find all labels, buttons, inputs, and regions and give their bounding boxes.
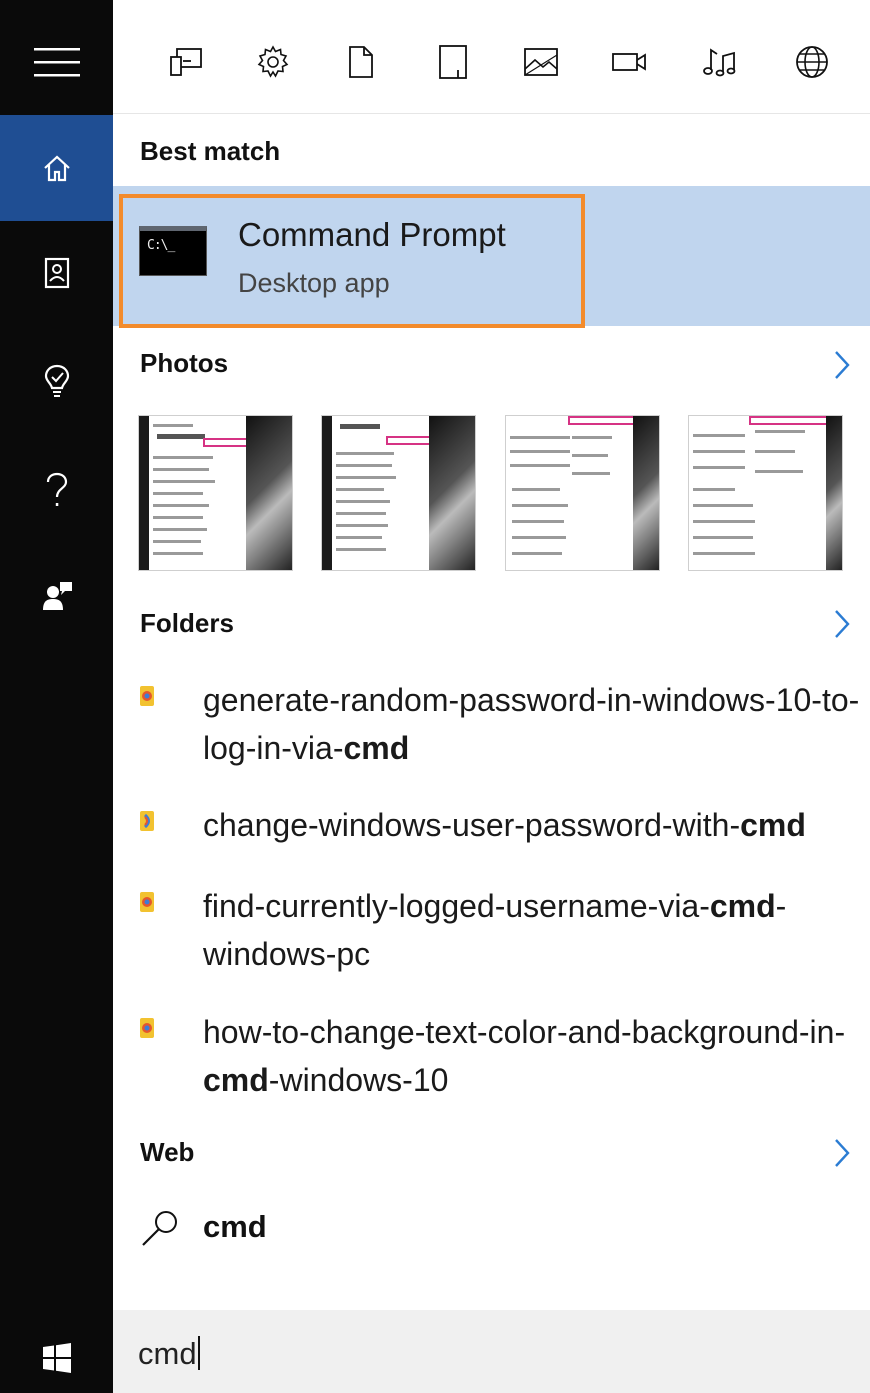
browser-file-icon [140, 1018, 154, 1038]
photos-heading: Photos [140, 348, 229, 378]
command-prompt-icon: C:\_ [139, 226, 207, 276]
notebook-button[interactable] [0, 220, 113, 326]
photo-thumbnail-2[interactable] [321, 415, 476, 571]
folder-result-3[interactable]: find-currently-logged-username-via-cmd-w… [140, 882, 860, 982]
photos-filter-icon [524, 48, 558, 76]
folder-result-1[interactable]: generate-random-password-in-windows-10-t… [140, 676, 860, 776]
home-icon [43, 155, 70, 182]
folder-result-match: cmd [709, 888, 776, 924]
search-box[interactable]: cmd [113, 1310, 870, 1393]
apps-filter-icon [170, 48, 202, 76]
tips-button[interactable] [0, 328, 113, 434]
best-match-title: Command Prompt [238, 216, 506, 253]
documents-filter-icon [349, 46, 373, 78]
lightbulb-icon [44, 364, 69, 397]
search-filter-bar [113, 0, 870, 114]
chevron-right-icon [835, 351, 850, 379]
filter-folders[interactable] [428, 34, 478, 90]
start-button[interactable] [0, 1305, 113, 1393]
best-match-subtitle: Desktop app [238, 268, 390, 298]
help-button[interactable] [0, 438, 113, 544]
filter-videos[interactable] [605, 34, 655, 90]
feedback-icon [42, 582, 72, 610]
text-caret [197, 1336, 200, 1370]
filter-web[interactable] [787, 34, 837, 90]
music-filter-icon [703, 48, 736, 77]
search-results-panel: Best match C:\_ Command Prompt Desktop a… [113, 0, 870, 1393]
chevron-right-icon [835, 610, 850, 638]
search-input[interactable]: cmd [138, 1336, 197, 1371]
web-filter-icon [796, 46, 828, 78]
command-prompt-icon-text: C:\_ [147, 238, 175, 253]
photo-thumbnail-3[interactable] [505, 415, 660, 571]
folders-heading: Folders [140, 608, 234, 638]
folder-result-4[interactable]: how-to-change-text-color-and-background-… [140, 1008, 860, 1108]
browser-file-icon [140, 892, 154, 912]
videos-filter-icon [612, 53, 646, 71]
filter-photos[interactable] [516, 34, 566, 90]
hamburger-menu-button[interactable] [0, 10, 113, 116]
filter-documents[interactable] [336, 34, 386, 90]
web-more-chevron[interactable] [828, 1136, 856, 1170]
folder-result-text: find-currently-logged-username-via- [203, 888, 710, 924]
folder-result-2[interactable]: change-windows-user-password-with-cmd [140, 801, 860, 853]
photo-thumbnail-4[interactable] [688, 415, 843, 571]
filter-music[interactable] [695, 34, 745, 90]
search-icon [142, 1211, 177, 1246]
filter-settings[interactable] [248, 34, 298, 90]
web-heading: Web [140, 1137, 195, 1167]
folder-result-match: cmd [203, 1062, 269, 1098]
folder-result-text-suffix: -windows-10 [268, 1062, 449, 1098]
browser-file-icon [140, 811, 154, 831]
best-match-result[interactable]: C:\_ Command Prompt Desktop app [113, 186, 870, 328]
chevron-right-icon [835, 1139, 850, 1167]
folders-more-chevron[interactable] [828, 607, 856, 641]
web-search-result[interactable]: cmd [140, 1205, 540, 1255]
folders-filter-icon [439, 45, 467, 79]
folder-result-text: how-to-change-text-color-and-background-… [203, 1014, 846, 1050]
folder-result-text: change-windows-user-password-with- [203, 807, 741, 843]
folder-result-text: generate-random-password-in-windows-10-t… [203, 682, 860, 766]
browser-file-icon [140, 686, 154, 706]
photo-thumbnail-1[interactable] [138, 415, 293, 571]
photos-more-chevron[interactable] [828, 348, 856, 382]
folder-result-match: cmd [343, 730, 410, 766]
best-match-heading: Best match [140, 136, 281, 166]
windows-start-icon [42, 1343, 71, 1373]
filter-apps[interactable] [161, 34, 211, 90]
feedback-button[interactable] [0, 543, 113, 649]
settings-filter-icon [257, 45, 289, 78]
web-search-query: cmd [203, 1209, 267, 1244]
folder-result-match: cmd [740, 807, 806, 843]
navigation-rail [0, 0, 113, 1393]
help-icon [46, 472, 67, 506]
home-button[interactable] [0, 115, 113, 221]
hamburger-menu-icon [33, 48, 80, 77]
notebook-icon [44, 257, 69, 289]
